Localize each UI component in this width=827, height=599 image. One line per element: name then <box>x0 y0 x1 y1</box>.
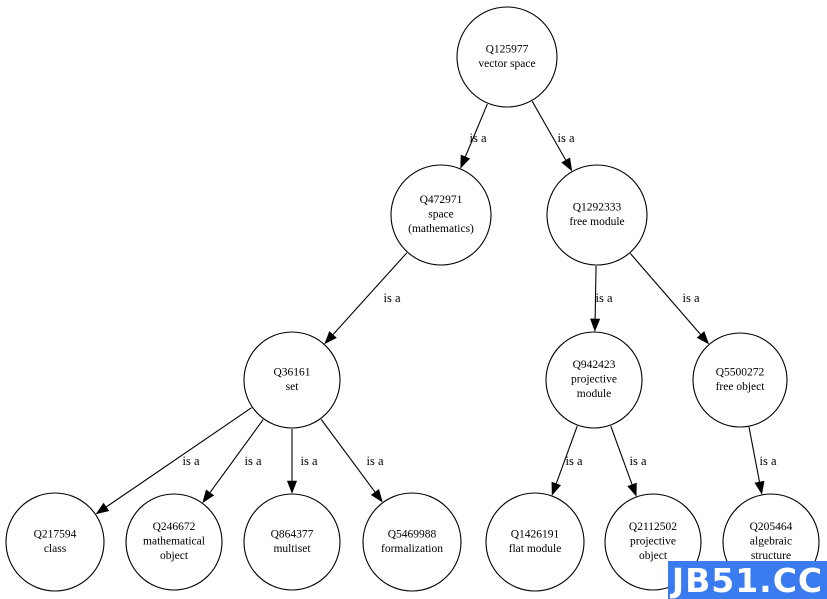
arrow-head-icon <box>202 489 215 504</box>
node-Q5500272[interactable]: Q5500272 free object <box>692 332 788 428</box>
node-qid-label: Q5500272 <box>716 366 765 378</box>
node-Q1426191[interactable]: Q1426191 flat module <box>485 492 585 592</box>
node-title-label: vector space <box>478 58 535 70</box>
node-title-label: (mathematics) <box>408 223 474 235</box>
node-qid-label: Q217594 <box>34 528 77 540</box>
node-title-label: formalization <box>381 543 443 555</box>
node-title-label: class <box>44 543 67 555</box>
node-qid-label: Q125977 <box>486 43 529 55</box>
node-title-label: set <box>286 381 300 393</box>
edge-label: is a <box>244 454 261 468</box>
edge-label: is a <box>300 454 317 468</box>
node-title-label: projective <box>630 536 676 548</box>
arrow-head-icon <box>696 331 710 345</box>
edge-label: is a <box>629 454 646 468</box>
watermark-label: JB51.CC <box>671 560 824 599</box>
arrow-head-icon <box>551 481 562 496</box>
node-title-label: object <box>160 550 189 562</box>
arrow-head-icon <box>590 318 601 332</box>
node-title-label: space <box>428 209 454 221</box>
edge-label: is a <box>557 131 574 145</box>
node-title-label: free object <box>716 381 766 393</box>
node-Q5469988[interactable]: Q5469988 formalization <box>362 492 462 592</box>
node-title-label: free module <box>569 216 624 228</box>
node-Q472971[interactable]: Q472971 space (mathematics) <box>390 164 492 266</box>
node-qid-label: Q1292333 <box>573 201 622 213</box>
edge-label: is a <box>366 454 383 468</box>
arrow-head-icon <box>561 157 573 172</box>
arrow-head-icon <box>754 480 765 495</box>
node-Q1292333[interactable]: Q1292333 free module <box>546 164 648 266</box>
edges-layer <box>95 101 765 515</box>
node-Q864377[interactable]: Q864377 multiset <box>243 493 341 591</box>
node-title-label: algebraic <box>750 536 792 548</box>
graph-diagram: Q125977 vector space Q472971 space (mathemat… <box>5 6 820 592</box>
arrow-head-icon <box>460 154 471 169</box>
node-qid-label: Q942423 <box>573 359 616 371</box>
node-qid-label: Q5469988 <box>388 528 437 540</box>
node-title-label: module <box>577 388 612 400</box>
node-qid-label: Q864377 <box>271 528 314 540</box>
watermark-badge: JB51.CC <box>668 561 827 599</box>
edge-label: is a <box>682 291 699 305</box>
graph-canvas: Q125977 vector space Q472971 space (mathemat… <box>0 0 827 599</box>
arrow-head-icon <box>370 488 383 503</box>
edge-label: is a <box>759 454 776 468</box>
arrow-head-icon <box>95 502 110 515</box>
edge-label: is a <box>565 454 582 468</box>
node-qid-label: Q472971 <box>420 194 463 206</box>
node-title-label: mathematical <box>143 536 205 548</box>
node-title-label: object <box>639 550 668 562</box>
node-Q942423[interactable]: Q942423 projective module <box>545 331 643 429</box>
node-qid-label: Q205464 <box>750 521 793 533</box>
edge-label: is a <box>383 291 400 305</box>
node-qid-label: Q36161 <box>273 366 310 378</box>
node-Q246672[interactable]: Q246672 mathematical object <box>125 493 223 591</box>
node-qid-label: Q2112502 <box>629 521 677 533</box>
edge-Q36161-to-Q864377 <box>286 429 298 494</box>
arrow-head-icon <box>627 482 637 497</box>
node-qid-label: Q246672 <box>153 521 196 533</box>
node-Q125977[interactable]: Q125977 vector space <box>456 6 558 108</box>
edge-label: is a <box>595 291 612 305</box>
node-qid-label: Q1426191 <box>511 528 560 540</box>
node-title-label: projective <box>571 374 617 386</box>
node-title-label: flat module <box>509 543 562 555</box>
arrow-head-icon <box>286 480 298 494</box>
node-title-label: multiset <box>273 543 311 555</box>
node-Q217594[interactable]: Q217594 class <box>5 492 105 592</box>
node-Q36161[interactable]: Q36161 set <box>243 331 341 429</box>
edge-label: is a <box>469 131 486 145</box>
edge-label: is a <box>182 454 199 468</box>
